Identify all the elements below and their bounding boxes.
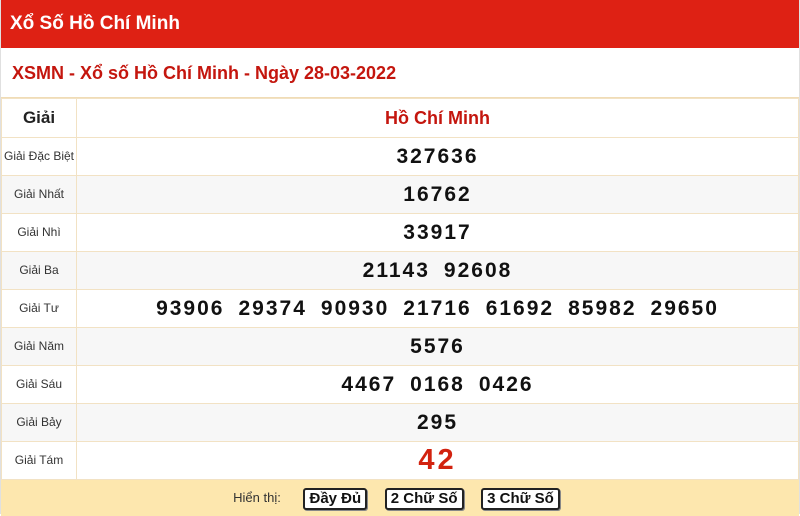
prize-numbers: 4467 0168 0426 — [76, 365, 799, 404]
prize-label: Giải Tám — [1, 441, 77, 480]
prize-number: 16762 — [403, 182, 472, 206]
table-row: Giải Nhì 33917 — [1, 213, 799, 252]
prize-numbers: 33917 — [76, 213, 799, 252]
display-label: Hiển thị: — [233, 490, 281, 505]
display-options-bar: Hiển thị: Đầy Đủ 2 Chữ Số 3 Chữ Số — [1, 480, 799, 516]
table-row: Giải Ba 21143 92608 — [1, 251, 799, 290]
results-body: Giải Đặc Biệt 327636 Giải Nhất 16762 Giải Nh… — [1, 137, 799, 480]
prize-numbers: 16762 — [76, 175, 799, 214]
header-title: Xổ Số Hồ Chí Minh — [10, 13, 180, 34]
results-table: Giải Hồ Chí Minh Giải Đặc Biệt 327636 Giải… — [1, 98, 799, 480]
prize-numbers: 5576 — [76, 327, 799, 366]
prize-number: 295 — [416, 410, 459, 434]
prize-number: 29650 — [650, 296, 719, 320]
table-row: Giải Tư 93906 29374 90930 21716 61692 85982 296… — [1, 289, 799, 328]
table-row: Giải Tám 42 — [1, 441, 799, 480]
prize-number: 29374 — [238, 296, 307, 320]
prize-number: 33917 — [403, 220, 472, 244]
prize-numbers: 42 — [76, 441, 799, 480]
lottery-result-panel: Xổ Số Hồ Chí Minh XSMN - Xổ số Hồ Chí Mi… — [0, 0, 800, 516]
table-row: Giải Nhất 16762 — [1, 175, 799, 214]
table-row: Giải Năm 5576 — [1, 327, 799, 366]
prize-label: Giải Ba — [1, 251, 77, 290]
prize-label: Giải Nhất — [1, 175, 77, 214]
table-row: Giải Bảy 295 — [1, 403, 799, 442]
column-header-province[interactable]: Hồ Chí Minh — [76, 98, 799, 138]
prize-label: Giải Sáu — [1, 365, 77, 404]
prize-label: Giải Bảy — [1, 403, 77, 442]
show-3-digits-button[interactable]: 3 Chữ Số — [481, 487, 560, 510]
prize-number: 21716 — [403, 296, 472, 320]
prize-label: Giải Nhì — [1, 213, 77, 252]
prize-label: Giải Tư — [1, 289, 77, 328]
prize-number: 92608 — [443, 258, 513, 282]
table-row: Giải Đặc Biệt 327636 — [1, 137, 799, 176]
table-header-row: Giải Hồ Chí Minh — [1, 98, 799, 138]
prize-number: 85982 — [568, 296, 637, 320]
column-header-prize: Giải — [1, 98, 77, 138]
prize-number: 21143 — [362, 258, 430, 282]
prize-number: 0426 — [478, 372, 534, 396]
prize-label: Giải Năm — [1, 327, 77, 366]
prize-numbers: 93906 29374 90930 21716 61692 85982 29650 — [76, 289, 799, 328]
prize-number: 5576 — [410, 334, 465, 358]
prize-number: 90930 — [320, 296, 390, 320]
prize-number: 93906 — [156, 296, 225, 320]
prize-numbers: 21143 92608 — [76, 251, 799, 290]
table-row: Giải Sáu 4467 0168 0426 — [1, 365, 799, 404]
prize-number: 42 — [418, 444, 457, 476]
show-full-button[interactable]: Đầy Đủ — [303, 487, 368, 510]
prize-number: 61692 — [485, 296, 555, 320]
prize-numbers: 327636 — [76, 137, 799, 176]
prize-numbers: 295 — [76, 403, 799, 442]
prize-number: 4467 — [341, 372, 397, 396]
prize-label: Giải Đặc Biệt — [1, 137, 77, 176]
page-header: Xổ Số Hồ Chí Minh — [1, 0, 799, 48]
show-2-digits-button[interactable]: 2 Chữ Số — [384, 487, 464, 510]
result-subtitle[interactable]: XSMN - Xổ số Hồ Chí Minh - Ngày 28-03-20… — [1, 48, 799, 98]
prize-number: 0168 — [410, 372, 465, 396]
prize-number: 327636 — [396, 144, 479, 168]
